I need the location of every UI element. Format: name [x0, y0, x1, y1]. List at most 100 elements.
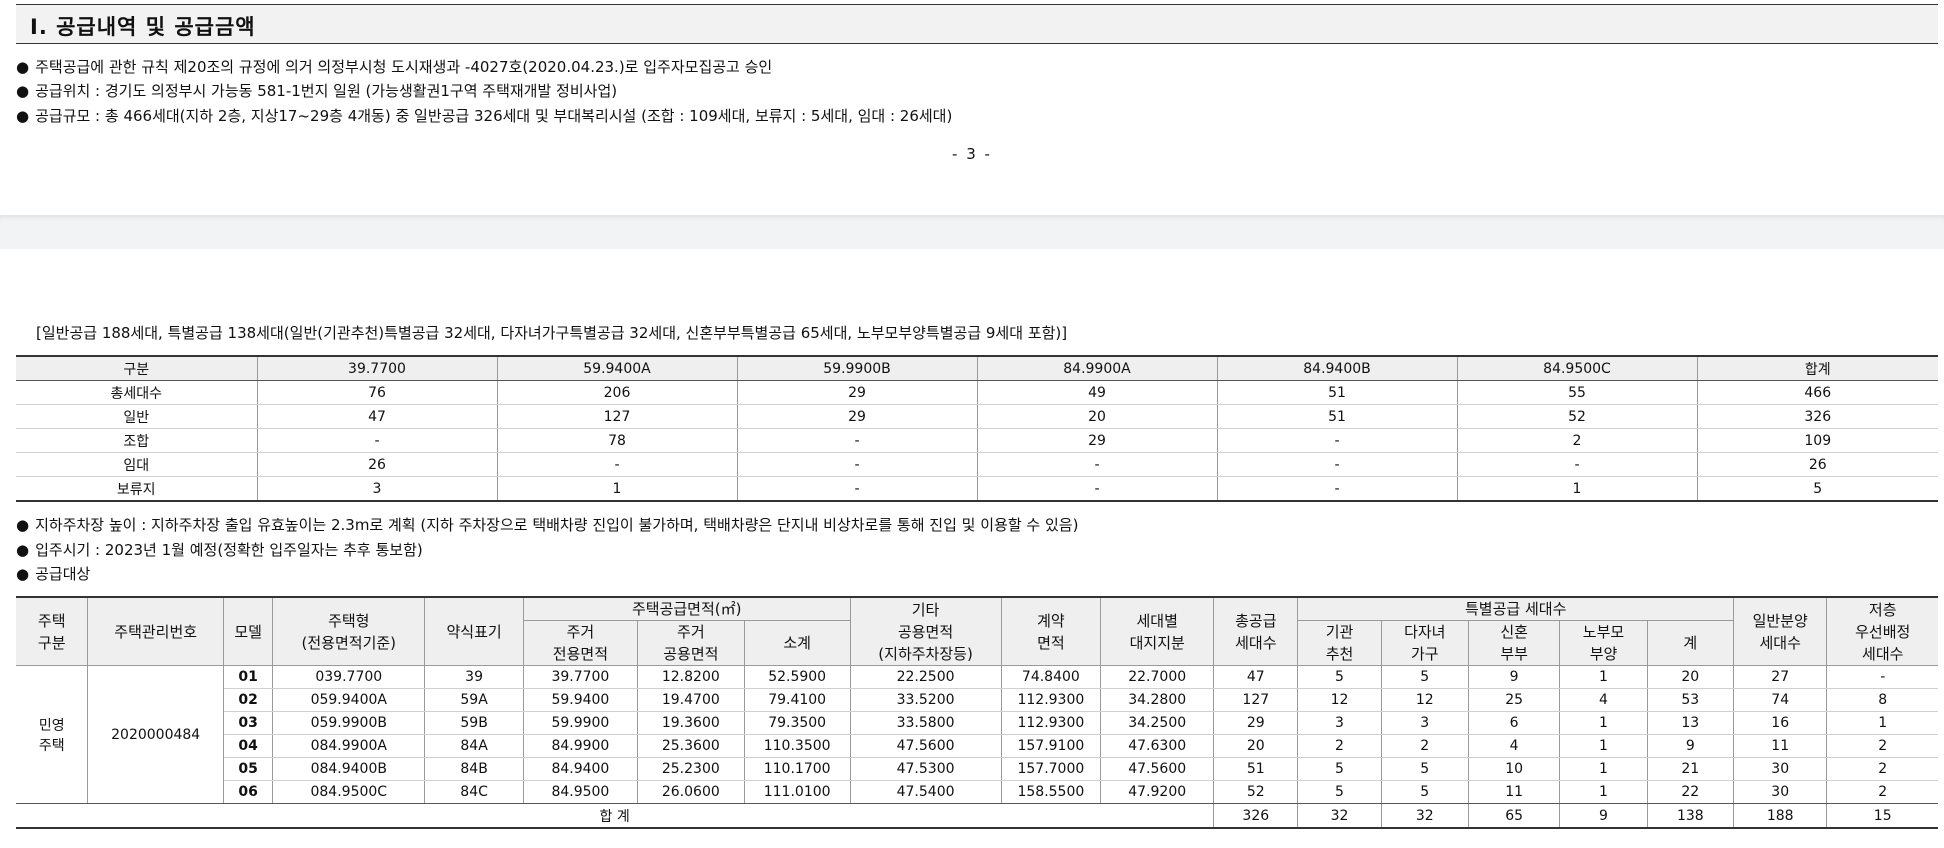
supply-cell: 110.1700 — [743, 757, 851, 781]
supply-cell: 30 — [1732, 780, 1828, 804]
total-cell: 32 — [1297, 803, 1382, 829]
summary-cell: - — [1216, 476, 1458, 502]
supply-cell: 39.7700 — [522, 665, 638, 689]
supply-cell: 79.3500 — [743, 711, 851, 735]
supply-cell: 2 — [1297, 734, 1382, 758]
supply-cell: 26.0600 — [636, 780, 745, 804]
header-special-multichild: 다자녀 가구 — [1380, 620, 1469, 666]
supply-cell: 11 — [1467, 780, 1561, 804]
supply-cell: 5 — [1297, 780, 1382, 804]
supply-cell: 33.5200 — [849, 688, 1002, 712]
supply-cell: 30 — [1732, 757, 1828, 781]
summary-row-label: 임대 — [16, 452, 258, 477]
supply-cell: 47.9200 — [1100, 780, 1215, 804]
supply-cell: 6 — [1467, 711, 1561, 735]
summary-row-label: 일반 — [16, 404, 258, 429]
supply-cell: 157.9100 — [1000, 734, 1102, 758]
bullet-text: 입주시기 : 2023년 1월 예정(정확한 입주일자는 추후 통보함) — [35, 541, 423, 559]
summary-cell: 109 — [1696, 428, 1938, 453]
header-unit-type: 주택형 (전용면적기준) — [272, 596, 426, 666]
header-land-share: 세대별 대지지분 — [1100, 596, 1215, 666]
supply-cell: 20 — [1213, 734, 1299, 758]
summary-cell: - — [256, 428, 498, 453]
supply-row: 06 084.9500C 84C 84.9500 26.0600 111.0100 47.5… — [16, 780, 1938, 804]
page-number: - 3 - — [952, 145, 992, 163]
summary-cell: - — [1456, 452, 1698, 477]
summary-cell: - — [736, 428, 978, 453]
supply-cell: 12 — [1297, 688, 1382, 712]
supply-cell: 52 — [1213, 780, 1299, 804]
supply-cell: 11 — [1732, 734, 1828, 758]
supply-cell: 12 — [1380, 688, 1469, 712]
supply-cell: 111.0100 — [743, 780, 851, 804]
supply-cell: 1 — [1559, 711, 1648, 735]
summary-cell: 1 — [1456, 476, 1698, 502]
summary-cell: 78 — [496, 428, 738, 453]
summary-cell: - — [976, 452, 1218, 477]
bullet-parking: ● 지하주차장 높이 : 지하주차장 출입 유효높이는 2.3m로 계획 (지하 … — [16, 515, 1078, 535]
supply-cell: 74.8400 — [1000, 665, 1102, 689]
summary-cell: 47 — [256, 404, 498, 429]
supply-cell: 158.5500 — [1000, 780, 1102, 804]
summary-cell: - — [496, 452, 738, 477]
summary-cell: 1 — [496, 476, 738, 502]
header-other-common-area: 기타 공용면적 (지하주차장등) — [849, 596, 1002, 666]
supply-cell: 59.9900 — [522, 711, 638, 735]
total-label-cell: 합 계 — [16, 803, 1215, 829]
header-general-units: 일반분양 세대수 — [1732, 596, 1828, 666]
total-cell: 138 — [1646, 803, 1734, 829]
supply-cell: 47.5400 — [849, 780, 1002, 804]
summary-cell: - — [1216, 428, 1458, 453]
summary-cell: 49 — [976, 380, 1218, 405]
supply-cell: 25.3600 — [636, 734, 745, 758]
model-cell: 05 — [222, 757, 274, 781]
supply-cell: 47.5600 — [849, 734, 1002, 758]
supply-cell: 157.7000 — [1000, 757, 1102, 781]
supply-cell: 084.9900A — [272, 734, 426, 758]
supply-cell: 2 — [1826, 734, 1938, 758]
supply-cell: 74 — [1732, 688, 1828, 712]
bullet-icon: ● — [16, 541, 30, 559]
summary-cell: 326 — [1696, 404, 1938, 429]
house-type-cell: 민영 주택 — [16, 665, 89, 804]
bullet-icon: ● — [16, 58, 30, 76]
supply-cell: 25.2300 — [636, 757, 745, 781]
summary-cell: 29 — [736, 380, 978, 405]
summary-header-row: 구분 39.7700 59.9400A 59.9900B 84.9900A 84.9400… — [16, 355, 1938, 381]
supply-cell: 2 — [1826, 757, 1938, 781]
bullet-icon: ● — [16, 516, 30, 534]
summary-row: 조합 -78-29-2 109 — [16, 428, 1938, 453]
supply-cell: 112.9300 — [1000, 688, 1102, 712]
bullet-text: 공급위치 : 경기도 의정부시 가능동 581-1번지 일원 (가능생활권1구역… — [35, 82, 618, 100]
supply-cell: 47.6300 — [1100, 734, 1215, 758]
supply-cell: 33.5800 — [849, 711, 1002, 735]
header-special-institution: 기관 추천 — [1297, 620, 1382, 666]
supply-cell: 5 — [1380, 665, 1469, 689]
supply-total-row: 합 계 326 32 32 65 9 138 188 15 — [16, 803, 1938, 829]
header-special-newlywed: 신혼 부부 — [1467, 620, 1561, 666]
supply-cell: 59B — [424, 711, 524, 735]
supply-cell: 34.2800 — [1100, 688, 1215, 712]
header-special-supply-group: 특별공급 세대수 — [1297, 596, 1734, 621]
supply-cell: 2 — [1380, 734, 1469, 758]
supply-cell: 84A — [424, 734, 524, 758]
supply-cell: 84B — [424, 757, 524, 781]
total-cell: 188 — [1732, 803, 1828, 829]
supply-cell: 1 — [1826, 711, 1938, 735]
header-special-elderly: 노부모 부양 — [1559, 620, 1648, 666]
model-cell: 02 — [222, 688, 274, 712]
supply-row: 02 059.9400A 59A 59.9400 19.4700 79.4100 33.52… — [16, 688, 1938, 712]
header-area-subtotal: 소계 — [743, 620, 851, 666]
supply-cell: 059.9900B — [272, 711, 426, 735]
page-separator — [0, 215, 1944, 249]
summary-cell: 26 — [1696, 452, 1938, 477]
supply-cell: 21 — [1646, 757, 1734, 781]
supply-cell: 084.9400B — [272, 757, 426, 781]
supply-table: 주택 구분 주택관리번호 모델 주택형 (전용면적기준) 약식표기 주택공급면적(㎡… — [16, 596, 1938, 829]
supply-cell: 4 — [1467, 734, 1561, 758]
total-cell: 65 — [1467, 803, 1561, 829]
supply-cell: 84.9500 — [522, 780, 638, 804]
supply-row: 05 084.9400B 84B 84.9400 25.2300 110.1700 47.5… — [16, 757, 1938, 781]
header-contract-area: 계약 면적 — [1000, 596, 1102, 666]
summary-row-label: 총세대수 — [16, 380, 258, 405]
